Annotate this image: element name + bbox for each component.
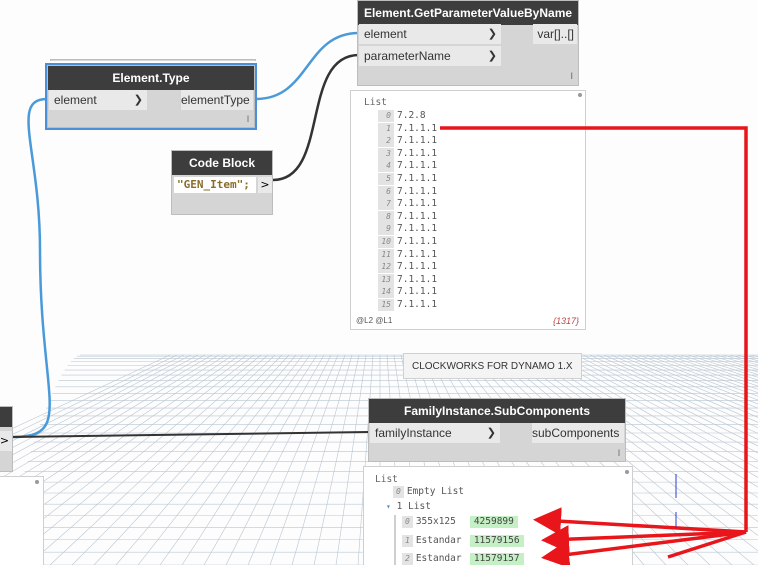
annotation-arrow-1	[533, 507, 747, 536]
annotation-arrows	[440, 126, 748, 565]
dynamo-canvas[interactable]: Element.GetParameterValueByName element …	[0, 0, 758, 565]
annotation-line-main	[440, 126, 748, 532]
